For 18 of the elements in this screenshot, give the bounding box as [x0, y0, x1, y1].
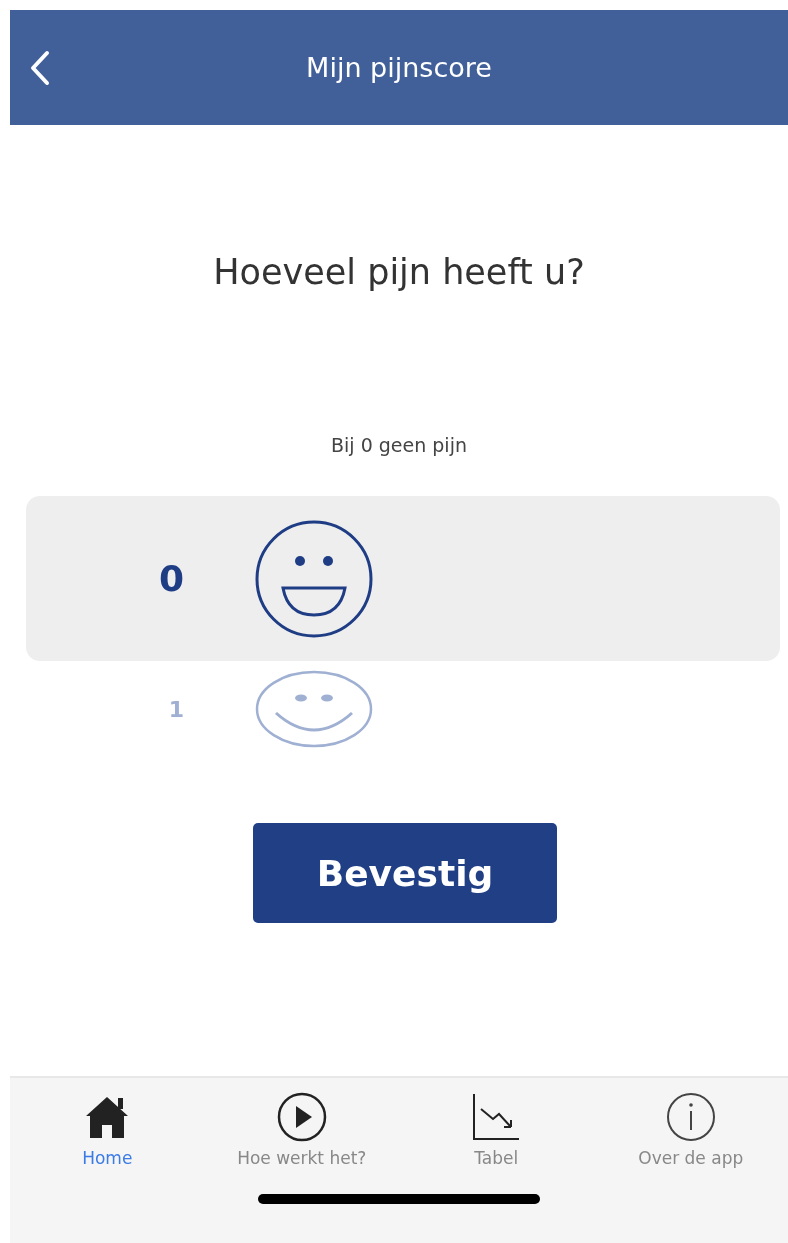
score-number: 1: [167, 696, 185, 722]
confirm-button[interactable]: Bevestig: [253, 823, 557, 923]
score-option[interactable]: 1: [26, 661, 780, 757]
grinning-face-icon: [254, 518, 374, 639]
score-number: 0: [157, 558, 185, 599]
tab-item[interactable]: Tabel: [401, 1092, 592, 1168]
tab-item[interactable]: Over de app: [595, 1092, 786, 1168]
tab-item[interactable]: Home: [12, 1092, 203, 1168]
back-icon[interactable]: [30, 50, 50, 86]
hint-text: Bij 0 geen pijn: [331, 434, 467, 456]
declining-chart-icon: [471, 1092, 522, 1142]
play-icon: [276, 1092, 327, 1142]
info-icon: [665, 1092, 716, 1142]
smiling-face-icon: [254, 669, 374, 749]
tab-item[interactable]: Hoe werkt het?: [206, 1092, 397, 1168]
question-text: Hoeveel pijn heeft u?: [213, 252, 585, 292]
screen-title: Mijn pijnscore: [306, 52, 492, 83]
score-option[interactable]: 0: [26, 496, 780, 661]
